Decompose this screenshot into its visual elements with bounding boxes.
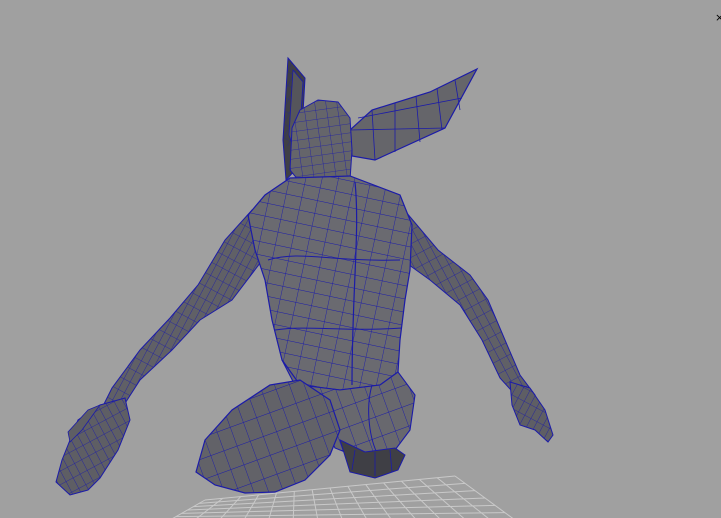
left-hand (55, 397, 131, 496)
grid-line (196, 497, 224, 518)
viewport-scene (55, 56, 554, 518)
right-ear-wing (349, 67, 479, 161)
grid-line (454, 475, 514, 518)
head-neck (289, 99, 353, 189)
grid-line (220, 496, 242, 518)
viewport-corner-marker: × (715, 11, 721, 24)
torso-back (247, 175, 413, 391)
3d-viewport[interactable]: × (0, 0, 721, 518)
grid-line (292, 491, 295, 518)
grid-line (311, 489, 318, 518)
character-mesh[interactable] (55, 56, 554, 496)
grid-line (244, 494, 260, 518)
right-hand (509, 381, 554, 443)
left-thigh (195, 379, 341, 494)
right-arm (399, 203, 536, 401)
grid-line (172, 499, 206, 518)
grid-line (268, 493, 277, 518)
left-arm (99, 209, 271, 413)
